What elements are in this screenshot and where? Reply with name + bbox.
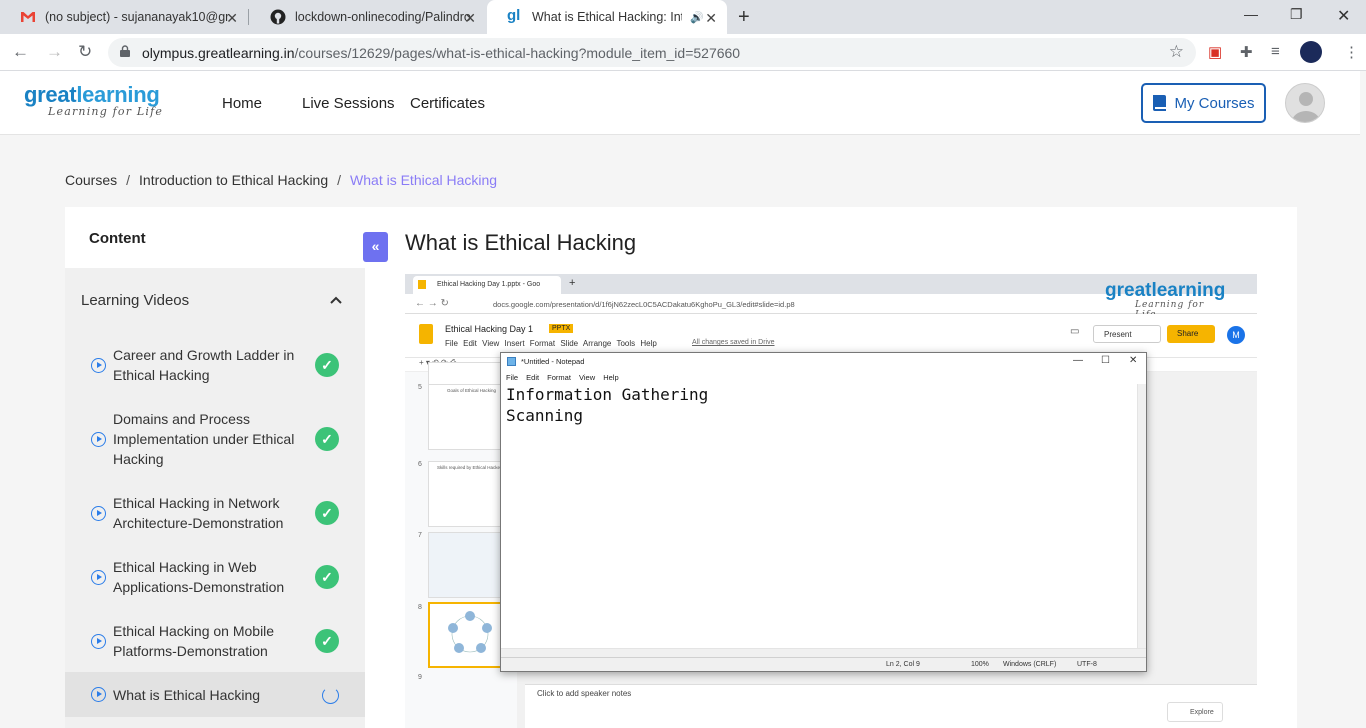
page-content: greatlearning Learning for Life Home Liv…	[0, 71, 1366, 728]
url-path: /courses/12629/pages/what-is-ethical-hac…	[294, 45, 741, 61]
url-host: olympus.greatlearning.in	[142, 45, 295, 61]
slides-favicon-icon	[418, 280, 426, 289]
my-courses-button[interactable]: My Courses	[1141, 83, 1266, 123]
lock-icon	[120, 45, 130, 57]
extensions-puzzle-icon[interactable]: ✚	[1240, 43, 1253, 61]
notepad-hscroll	[501, 648, 1146, 657]
forward-icon[interactable]: →	[46, 42, 63, 62]
list-item[interactable]: Domains and Process Implementation under…	[65, 407, 365, 471]
video-user-avatar: M	[1227, 326, 1245, 344]
minimize-icon[interactable]: —	[1244, 6, 1258, 22]
chevron-up-icon[interactable]	[329, 292, 343, 309]
new-tab-icon: +	[569, 277, 576, 289]
breadcrumb-course[interactable]: Introduction to Ethical Hacking	[139, 172, 328, 188]
chrome-menu-icon[interactable]: ⋮	[1344, 43, 1359, 61]
list-item[interactable]: Ethical Hacking in Network Architecture-…	[65, 491, 365, 535]
play-icon	[91, 687, 106, 702]
notepad-close-icon: ✕	[1129, 355, 1138, 366]
notepad-minimize-icon: —	[1073, 355, 1083, 366]
present-button: Present	[1093, 325, 1161, 343]
speaker-notes: Click to add speaker notes	[525, 684, 1257, 728]
collapse-sidebar-button[interactable]: «	[363, 232, 388, 262]
tab-gmail[interactable]: (no subject) - sujananayak10@gr ✕	[0, 0, 248, 34]
video-player[interactable]: Ethical Hacking Day 1.pptx - Goo + ← → ↻…	[405, 274, 1257, 728]
breadcrumb: Courses / Introduction to Ethical Hacking /…	[65, 172, 498, 188]
notepad-icon	[507, 357, 516, 366]
browser-toolbar: ← → ↻ olympus.greatlearning.in/courses/1…	[0, 34, 1366, 71]
address-bar[interactable]: olympus.greatlearning.in/courses/12629/p…	[108, 38, 1196, 67]
progress-spinner-icon	[322, 687, 339, 704]
nav-home[interactable]: Home	[222, 95, 262, 112]
book-icon	[1153, 95, 1167, 111]
list-item[interactable]: Ethical Hacking in Web Applications-Demo…	[65, 555, 365, 599]
notepad-text: Information Gathering Scanning	[506, 385, 709, 425]
notepad-menu: File Edit Format View Help	[506, 373, 619, 382]
page-title: What is Ethical Hacking	[405, 230, 637, 255]
reload-icon[interactable]: ↻	[78, 42, 92, 62]
maximize-icon[interactable]: ❐	[1290, 6, 1303, 23]
play-icon	[91, 634, 106, 649]
close-icon[interactable]: ✕	[705, 10, 717, 27]
breadcrumb-current: What is Ethical Hacking	[350, 172, 498, 188]
tab-title: (no subject) - sujananayak10@gr	[45, 10, 230, 24]
play-icon	[91, 506, 106, 521]
play-icon	[91, 570, 106, 585]
breadcrumb-courses[interactable]: Courses	[65, 172, 117, 188]
speaker-icon[interactable]: 🔊	[690, 11, 704, 24]
video-tab: Ethical Hacking Day 1.pptx - Goo	[413, 276, 561, 294]
section-learning-videos[interactable]: Learning Videos	[81, 292, 189, 309]
notepad-status-bar: Ln 2, Col 9 100% Windows (CRLF) UTF-8	[501, 657, 1146, 671]
window-close-icon[interactable]: ✕	[1337, 6, 1350, 26]
close-icon[interactable]: ✕	[226, 10, 238, 27]
list-item-active[interactable]: What is Ethical Hacking	[65, 672, 365, 717]
tab-title: What is Ethical Hacking: Intro	[532, 10, 682, 24]
user-silhouette-icon	[1292, 92, 1320, 122]
site-header: greatlearning Learning for Life Home Liv…	[0, 71, 1360, 135]
back-icon[interactable]: ←	[12, 42, 29, 62]
play-icon	[91, 432, 106, 447]
close-icon[interactable]: ✕	[464, 10, 476, 27]
profile-avatar[interactable]	[1300, 41, 1322, 63]
main-content: « What is Ethical Hacking Ethical Hackin…	[363, 207, 1297, 728]
notepad-maximize-icon: ☐	[1101, 355, 1110, 366]
content-sidebar: Content Learning Videos Career and Growt…	[65, 207, 365, 728]
notepad-window: *Untitled - Notepad — ☐ ✕ File Edit Form…	[500, 352, 1147, 672]
tab-title: lockdown-onlinecoding/Palindro	[295, 10, 471, 24]
slide-diagram-icon	[448, 611, 492, 653]
tab-github[interactable]: lockdown-onlinecoding/Palindro ✕	[250, 0, 486, 34]
comment-icon: ▭	[1070, 326, 1080, 337]
check-icon: ✓	[315, 501, 339, 525]
nav-certificates[interactable]: Certificates	[410, 95, 485, 112]
tab-greatlearning[interactable]: gl What is Ethical Hacking: Intro 🔊 ✕	[487, 0, 727, 34]
play-icon	[91, 358, 106, 373]
logo-tagline: Learning for Life	[48, 105, 164, 118]
media-control-icon[interactable]: ≡	[1271, 43, 1280, 60]
check-icon: ✓	[315, 629, 339, 653]
greatlearning-logo[interactable]: greatlearning Learning for Life	[24, 84, 164, 119]
extension-pocket-icon[interactable]: ▣	[1208, 43, 1222, 61]
slides-icon	[419, 324, 433, 344]
check-icon: ✓	[315, 353, 339, 377]
sidebar-heading: Content	[65, 207, 365, 268]
new-tab-button[interactable]: +	[738, 6, 750, 29]
notepad-vscroll	[1137, 384, 1146, 652]
explore-button: Explore	[1167, 702, 1223, 722]
check-icon: ✓	[315, 427, 339, 451]
share-button: Share	[1167, 325, 1215, 343]
bookmark-star-icon[interactable]: ☆	[1169, 42, 1184, 62]
video-watermark-logo: greatlearningLearning for Life	[1105, 280, 1226, 320]
user-avatar[interactable]	[1285, 83, 1325, 123]
nav-live-sessions[interactable]: Live Sessions	[302, 95, 395, 112]
list-item[interactable]: Career and Growth Ladder in Ethical Hack…	[65, 343, 365, 387]
github-icon	[270, 9, 286, 25]
video-nav-icons: ← → ↻	[415, 298, 449, 309]
gmail-icon	[21, 12, 35, 22]
check-icon: ✓	[315, 565, 339, 589]
greatlearning-icon: gl	[507, 7, 521, 24]
notepad-title: *Untitled - Notepad	[501, 353, 1146, 371]
list-item[interactable]: Ethical Hacking on Mobile Platforms-Demo…	[65, 619, 365, 663]
browser-tab-strip: (no subject) - sujananayak10@gr ✕ lockdo…	[0, 0, 1366, 34]
